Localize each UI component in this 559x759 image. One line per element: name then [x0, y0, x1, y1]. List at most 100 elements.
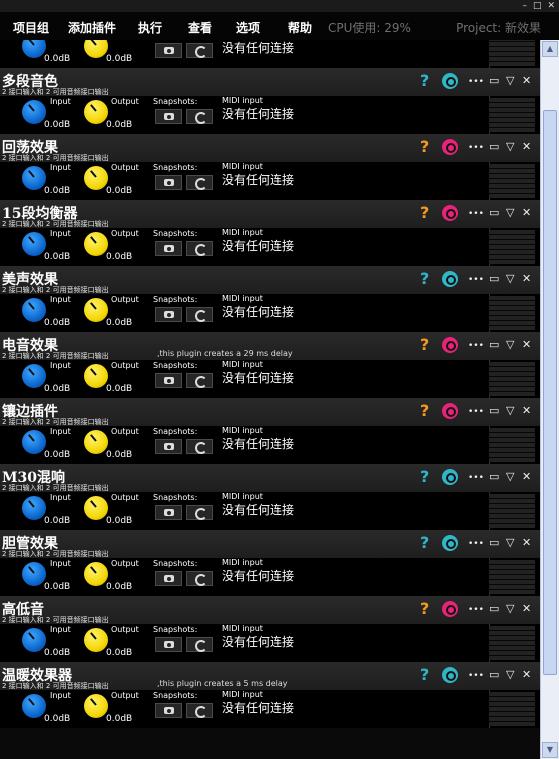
more-options-icon[interactable]: ••• — [468, 472, 484, 484]
remove-plugin-icon[interactable]: ✕ — [522, 537, 531, 549]
window-icon[interactable]: ▭ — [489, 141, 499, 153]
window-icon[interactable]: ▭ — [489, 471, 499, 483]
help-question-icon[interactable] — [418, 137, 436, 156]
collapse-icon[interactable]: ▽ — [506, 339, 514, 351]
minimize-icon[interactable]: – — [522, 0, 527, 12]
input-gain-knob[interactable] — [22, 364, 46, 388]
more-options-icon[interactable]: ••• — [468, 670, 484, 682]
input-gain-knob[interactable] — [22, 562, 46, 586]
snapshot-save-button[interactable] — [155, 307, 182, 322]
scrollbar-thumb[interactable] — [543, 110, 557, 675]
help-question-icon[interactable] — [418, 269, 436, 288]
remove-plugin-icon[interactable]: ✕ — [522, 405, 531, 417]
menu-view[interactable]: 查看 — [188, 19, 212, 36]
scroll-up-icon[interactable]: ▲ — [542, 41, 558, 57]
output-gain-knob[interactable] — [84, 496, 108, 520]
snapshot-save-button[interactable] — [155, 373, 182, 388]
output-gain-knob[interactable] — [84, 694, 108, 718]
window-icon[interactable]: ▭ — [489, 339, 499, 351]
snapshot-restore-button[interactable] — [186, 505, 213, 520]
window-icon[interactable]: ▭ — [489, 207, 499, 219]
remove-plugin-icon[interactable]: ✕ — [522, 603, 531, 615]
window-icon[interactable]: ▭ — [489, 75, 499, 87]
snapshot-save-button[interactable] — [155, 439, 182, 454]
output-gain-knob[interactable] — [84, 166, 108, 190]
input-gain-knob[interactable] — [22, 430, 46, 454]
snapshot-restore-button[interactable] — [186, 109, 213, 124]
power-bypass-icon[interactable] — [442, 337, 458, 353]
power-bypass-icon[interactable] — [442, 139, 458, 155]
output-gain-knob[interactable] — [84, 100, 108, 124]
more-options-icon[interactable]: ••• — [468, 340, 484, 352]
help-question-icon[interactable] — [418, 71, 436, 90]
remove-plugin-icon[interactable]: ✕ — [522, 471, 531, 483]
snapshot-restore-button[interactable] — [186, 637, 213, 652]
snapshot-restore-button[interactable] — [186, 571, 213, 586]
collapse-icon[interactable]: ▽ — [506, 537, 514, 549]
scroll-down-icon[interactable]: ▼ — [542, 742, 558, 758]
snapshot-save-button[interactable] — [155, 175, 182, 190]
power-bypass-icon[interactable] — [442, 205, 458, 221]
input-gain-knob[interactable] — [22, 232, 46, 256]
menu-project-group[interactable]: 项目组 — [13, 19, 49, 36]
help-question-icon[interactable] — [418, 599, 436, 618]
input-gain-knob[interactable] — [22, 298, 46, 322]
remove-plugin-icon[interactable]: ✕ — [522, 669, 531, 681]
help-question-icon[interactable] — [418, 401, 436, 420]
snapshot-save-button[interactable] — [155, 109, 182, 124]
input-gain-knob[interactable] — [22, 496, 46, 520]
power-bypass-icon[interactable] — [442, 535, 458, 551]
collapse-icon[interactable]: ▽ — [506, 405, 514, 417]
more-options-icon[interactable]: ••• — [468, 406, 484, 418]
snapshot-save-button[interactable] — [155, 703, 182, 718]
help-question-icon[interactable] — [418, 203, 436, 222]
output-gain-knob[interactable] — [84, 232, 108, 256]
power-bypass-icon[interactable] — [442, 403, 458, 419]
power-bypass-icon[interactable] — [442, 271, 458, 287]
input-gain-knob[interactable] — [22, 694, 46, 718]
collapse-icon[interactable]: ▽ — [506, 141, 514, 153]
collapse-icon[interactable]: ▽ — [506, 669, 514, 681]
window-icon[interactable]: ▭ — [489, 537, 499, 549]
collapse-icon[interactable]: ▽ — [506, 207, 514, 219]
snapshot-restore-button[interactable] — [186, 307, 213, 322]
vertical-scrollbar[interactable]: ▲ ▼ — [540, 40, 559, 759]
power-bypass-icon[interactable] — [442, 667, 458, 683]
remove-plugin-icon[interactable]: ✕ — [522, 207, 531, 219]
menu-execute[interactable]: 执行 — [138, 19, 162, 36]
window-icon[interactable]: ▭ — [489, 273, 499, 285]
input-gain-knob[interactable] — [22, 40, 46, 58]
snapshot-save-button[interactable] — [155, 241, 182, 256]
collapse-icon[interactable]: ▽ — [506, 471, 514, 483]
collapse-icon[interactable]: ▽ — [506, 273, 514, 285]
output-gain-knob[interactable] — [84, 430, 108, 454]
snapshot-restore-button[interactable] — [186, 241, 213, 256]
more-options-icon[interactable]: ••• — [468, 76, 484, 88]
more-options-icon[interactable]: ••• — [468, 142, 484, 154]
snapshot-save-button[interactable] — [155, 637, 182, 652]
output-gain-knob[interactable] — [84, 298, 108, 322]
power-bypass-icon[interactable] — [442, 469, 458, 485]
remove-plugin-icon[interactable]: ✕ — [522, 141, 531, 153]
output-gain-knob[interactable] — [84, 364, 108, 388]
menu-add-plugin[interactable]: 添加插件 — [68, 19, 116, 36]
more-options-icon[interactable]: ••• — [468, 538, 484, 550]
remove-plugin-icon[interactable]: ✕ — [522, 273, 531, 285]
remove-plugin-icon[interactable]: ✕ — [522, 339, 531, 351]
snapshot-restore-button[interactable] — [186, 703, 213, 718]
snapshot-restore-button[interactable] — [186, 439, 213, 454]
input-gain-knob[interactable] — [22, 628, 46, 652]
power-bypass-icon[interactable] — [442, 601, 458, 617]
remove-plugin-icon[interactable]: ✕ — [522, 75, 531, 87]
more-options-icon[interactable]: ••• — [468, 208, 484, 220]
window-icon[interactable]: ▭ — [489, 669, 499, 681]
snapshot-restore-button[interactable] — [186, 175, 213, 190]
power-bypass-icon[interactable] — [442, 73, 458, 89]
snapshot-save-button[interactable] — [155, 43, 182, 58]
window-icon[interactable]: ▭ — [489, 603, 499, 615]
input-gain-knob[interactable] — [22, 100, 46, 124]
snapshot-restore-button[interactable] — [186, 43, 213, 58]
help-question-icon[interactable] — [418, 533, 436, 552]
more-options-icon[interactable]: ••• — [468, 274, 484, 286]
input-gain-knob[interactable] — [22, 166, 46, 190]
